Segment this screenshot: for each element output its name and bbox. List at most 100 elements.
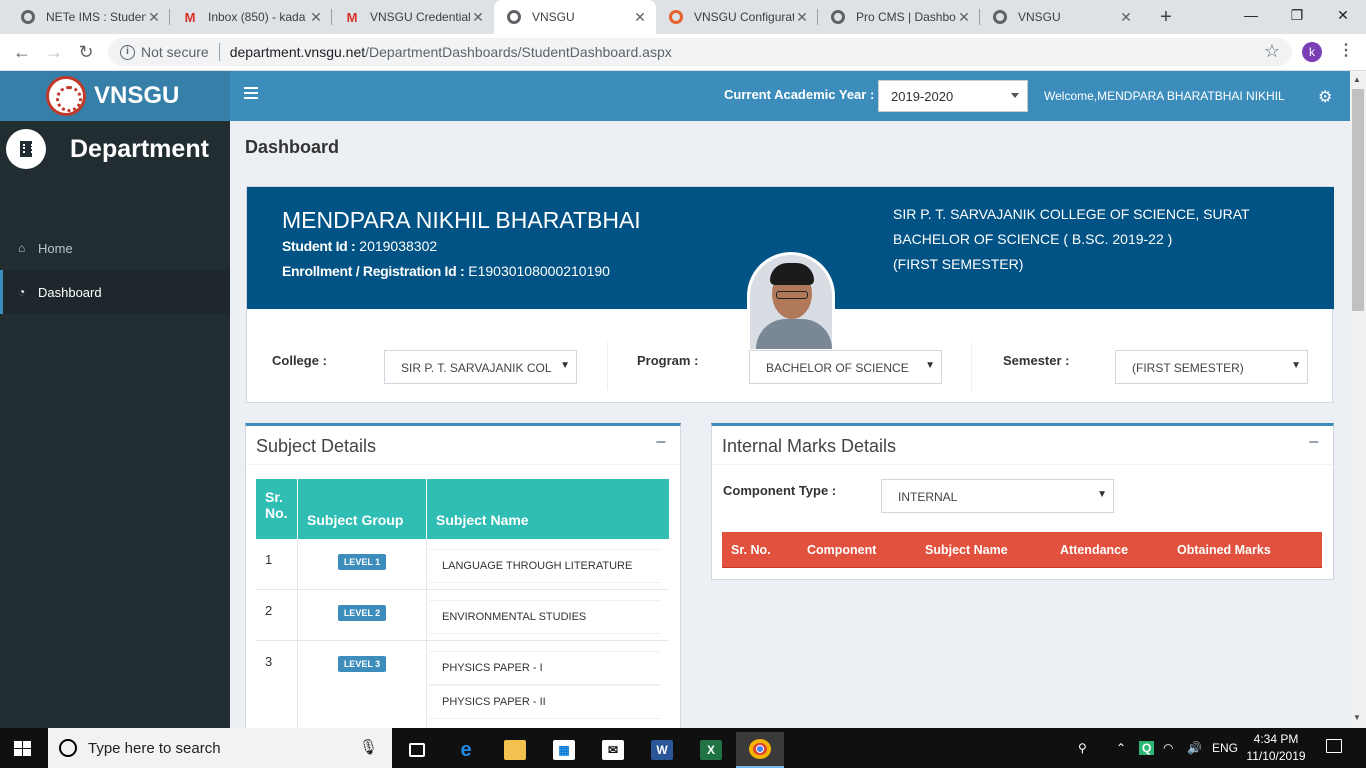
url-separator bbox=[218, 43, 220, 61]
excel-icon[interactable]: X bbox=[687, 732, 735, 768]
welcome-text[interactable]: Welcome,MENDPARA BHARATBHAI NIKHIL bbox=[1044, 89, 1285, 103]
people-icon[interactable]: ⚲ bbox=[1078, 728, 1087, 768]
gears-icon[interactable]: ⚙ bbox=[1318, 87, 1332, 107]
language-indicator[interactable]: ENG bbox=[1212, 728, 1238, 768]
internal-marks-box: Internal Marks Details − Component Type … bbox=[711, 423, 1334, 580]
system-clock[interactable]: 4:34 PM 11/10/2019 bbox=[1236, 731, 1316, 765]
taskbar-search[interactable]: Type here to search 🎙 bbox=[48, 728, 392, 768]
close-icon[interactable]: ✕ bbox=[956, 9, 972, 26]
word-icon[interactable]: W bbox=[638, 732, 686, 768]
show-hidden-icons[interactable]: ⌃ bbox=[1116, 728, 1126, 768]
table-cell-subjects: LANGUAGE THROUGH LITERATURE bbox=[427, 539, 669, 590]
sidebar-title: Department bbox=[70, 134, 209, 163]
tab-title: VNSGU Configurat bbox=[694, 10, 794, 24]
semester-select[interactable]: (FIRST SEMESTER) ▼ bbox=[1115, 350, 1308, 384]
table-cell-sr: 2 bbox=[256, 590, 298, 641]
college-select-value: SIR P. T. SARVAJANIK COL bbox=[401, 361, 552, 375]
network-icon[interactable]: ◠ bbox=[1163, 728, 1173, 768]
address-bar[interactable]: i Not secure department.vnsgu.net/Depart… bbox=[108, 38, 1292, 66]
page-title: Dashboard bbox=[245, 137, 340, 157]
browser-tab[interactable]: VNSGU Configurat ✕ bbox=[656, 0, 818, 34]
collapse-icon[interactable]: − bbox=[655, 432, 666, 453]
cortana-icon bbox=[59, 739, 77, 757]
chrome-icon[interactable] bbox=[736, 732, 784, 768]
minimize-icon[interactable]: — bbox=[1228, 0, 1274, 30]
browser-tab[interactable]: NETe IMS : Studen ✕ bbox=[8, 0, 170, 34]
collapse-icon[interactable]: − bbox=[1308, 432, 1319, 453]
bookmark-star-icon[interactable]: ☆ bbox=[1264, 41, 1280, 62]
tab-title: VNSGU bbox=[532, 10, 575, 24]
close-icon[interactable]: ✕ bbox=[470, 9, 486, 26]
task-view-icon[interactable] bbox=[393, 732, 441, 768]
tab-title: VNSGU bbox=[1018, 10, 1061, 24]
subject-details-box: Subject Details − Sr. No. Subject Group … bbox=[245, 423, 681, 728]
action-center-icon[interactable] bbox=[1326, 739, 1342, 753]
volume-icon[interactable]: 🔊 bbox=[1187, 728, 1202, 768]
web-page: VNSGU Current Academic Year : 2019-2020 … bbox=[0, 71, 1350, 728]
table-cell-group: LEVEL 3 bbox=[298, 641, 427, 728]
gmail-icon: M bbox=[184, 9, 196, 25]
close-icon[interactable]: ✕ bbox=[308, 9, 324, 26]
window-close-icon[interactable]: ✕ bbox=[1320, 0, 1366, 30]
divider bbox=[712, 464, 1333, 465]
scroll-up-icon[interactable]: ▲ bbox=[1353, 75, 1361, 84]
university-seal-icon bbox=[46, 76, 86, 116]
browser-tab[interactable]: VNSGU ✕ bbox=[980, 0, 1142, 34]
back-icon[interactable]: ← bbox=[10, 40, 34, 64]
mail-icon[interactable]: ✉ bbox=[589, 732, 637, 768]
sidebar-header: Department bbox=[0, 121, 230, 177]
column-header: Subject Name bbox=[427, 479, 669, 539]
component-type-select[interactable]: INTERNAL ▼ bbox=[881, 479, 1114, 513]
component-type-label: Component Type : bbox=[723, 483, 837, 498]
close-icon[interactable]: ✕ bbox=[146, 9, 162, 26]
scrollbar-thumb[interactable] bbox=[1352, 89, 1364, 311]
chevron-down-icon: ▼ bbox=[1097, 489, 1107, 500]
maximize-icon[interactable]: ❐ bbox=[1274, 0, 1320, 30]
logo-area[interactable]: VNSGU bbox=[0, 71, 230, 121]
program-select[interactable]: BACHELOR OF SCIENCE ▼ bbox=[749, 350, 942, 384]
microphone-icon[interactable]: 🎙 bbox=[359, 738, 378, 756]
sidebar-item-label: Dashboard bbox=[38, 284, 102, 300]
subject-name: LANGUAGE THROUGH LITERATURE bbox=[429, 549, 661, 583]
close-icon[interactable]: ✕ bbox=[1118, 9, 1134, 26]
new-tab-icon[interactable]: + bbox=[1154, 5, 1178, 29]
reload-icon[interactable]: ↻ bbox=[74, 40, 98, 64]
security-label: Not secure bbox=[141, 44, 209, 60]
file-explorer-icon[interactable] bbox=[491, 732, 539, 768]
semester-label: Semester : bbox=[1003, 353, 1070, 368]
browser-tab[interactable]: M Inbox (850) - kada ✕ bbox=[170, 0, 332, 34]
close-icon[interactable]: ✕ bbox=[632, 9, 648, 26]
info-icon[interactable]: i bbox=[120, 44, 135, 60]
sidebar-item-label: Home bbox=[38, 240, 73, 256]
marks-table-header: Sr. No. Component Subject Name Attendanc… bbox=[722, 532, 1322, 568]
divider bbox=[971, 342, 972, 390]
sidebar-item-dashboard[interactable]: ◔ Dashboard bbox=[0, 270, 230, 314]
browser-menu-icon[interactable]: ⋮ bbox=[1338, 40, 1354, 60]
profile-avatar[interactable]: k bbox=[1302, 42, 1322, 62]
store-icon[interactable]: ▦ bbox=[540, 732, 588, 768]
college-select[interactable]: SIR P. T. SARVAJANIK COL ▼ bbox=[384, 350, 577, 384]
top-navbar: Current Academic Year : 2019-2020 Welcom… bbox=[230, 71, 1350, 121]
dashboard-icon: ◔ bbox=[18, 285, 26, 299]
subject-name: PHYSICS PAPER - I bbox=[429, 651, 661, 685]
browser-tab-active[interactable]: VNSGU ✕ bbox=[494, 0, 656, 34]
table-cell-group: LEVEL 1 bbox=[298, 539, 427, 590]
subject-table: Sr. No. Subject Group Subject Name 1 LEV… bbox=[256, 479, 669, 728]
page-scrollbar[interactable]: ▲ ▼ bbox=[1350, 71, 1366, 728]
browser-tab[interactable]: M VNSGU Credential ✕ bbox=[332, 0, 494, 34]
forward-icon[interactable]: → bbox=[42, 40, 66, 64]
browser-toolbar: ← → ↻ i Not secure department.vnsgu.net /… bbox=[0, 34, 1366, 71]
enrollment-id-line: Enrollment / Registration Id : E19030108… bbox=[282, 263, 610, 279]
student-name: MENDPARA NIKHIL BHARATBHAI bbox=[282, 207, 641, 233]
windows-start-icon[interactable] bbox=[14, 741, 32, 757]
column-header: Obtained Marks bbox=[1177, 543, 1271, 557]
close-icon[interactable]: ✕ bbox=[794, 9, 810, 26]
edge-icon[interactable]: e bbox=[442, 732, 490, 768]
tray-app-icon[interactable]: Q bbox=[1139, 728, 1155, 768]
academic-year-select[interactable]: 2019-2020 bbox=[878, 80, 1028, 112]
browser-tab[interactable]: Pro CMS | Dashbo ✕ bbox=[818, 0, 980, 34]
tab-title: NETe IMS : Studen bbox=[46, 10, 146, 24]
sidebar-item-home[interactable]: ⌂ Home bbox=[0, 226, 230, 270]
menu-toggle-icon[interactable] bbox=[244, 87, 258, 99]
scroll-down-icon[interactable]: ▼ bbox=[1353, 713, 1361, 722]
